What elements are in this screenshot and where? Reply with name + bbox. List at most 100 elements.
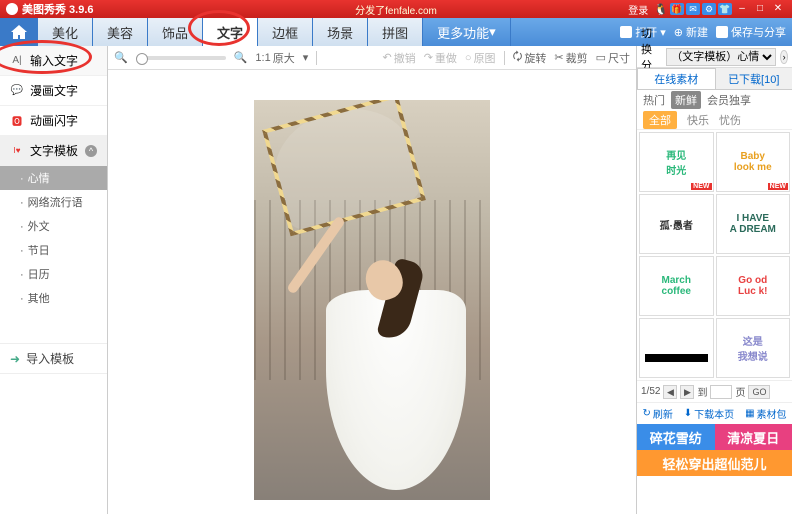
minimize-button[interactable]: – <box>734 3 750 15</box>
crop-button[interactable]: ✂裁剪 <box>554 50 587 66</box>
qq-icon[interactable]: 🐧 <box>654 3 668 16</box>
new-badge: NEW <box>691 183 711 190</box>
tab-scene[interactable]: 场景 <box>313 18 368 46</box>
category-foreign[interactable]: 外文 <box>0 214 107 238</box>
page-go-button[interactable]: GO <box>748 385 770 399</box>
plus-icon: ⊕ <box>674 26 683 39</box>
source-tab-downloaded[interactable]: 已下载[10] <box>716 68 792 89</box>
category-calendar[interactable]: 日历 <box>0 262 107 286</box>
import-icon: ➜ <box>10 352 20 366</box>
sidebar-item-input-text[interactable]: A| 输入文字 <box>0 46 107 76</box>
category-select[interactable]: （文字模板）心情 <box>666 48 776 66</box>
tab-border[interactable]: 边框 <box>258 18 313 46</box>
restore-button[interactable]: ○原图 <box>465 50 496 66</box>
right-panel: 切换分类 （文字模板）心情 › 在线素材 已下载[10] 热门 新鲜 会员独享 … <box>636 46 792 514</box>
collapse-icon[interactable]: ^ <box>85 145 97 157</box>
skin-icon[interactable]: 👕 <box>718 3 732 15</box>
filter2-all[interactable]: 全部 <box>643 111 677 129</box>
tab-face[interactable]: 美容 <box>93 18 148 46</box>
tab-beautify[interactable]: 美化 <box>38 18 93 46</box>
new-button[interactable]: ⊕新建 <box>674 24 708 40</box>
category-slang[interactable]: 网络流行语 <box>0 190 107 214</box>
zoom-in-icon[interactable]: 🔍 <box>234 51 248 64</box>
template-thumbnail[interactable]: March coffee <box>639 256 714 316</box>
speech-bubble-icon: 💬 <box>10 84 24 98</box>
filter-fresh[interactable]: 新鲜 <box>671 91 701 109</box>
template-thumbnail[interactable]: 孤·愚者 <box>639 194 714 254</box>
sparkle-icon: 🅾 <box>10 114 24 128</box>
app-title: 美图秀秀 3.9.6 <box>22 1 94 17</box>
go-category-button[interactable]: › <box>780 50 788 64</box>
sidebar-item-label: 输入文字 <box>30 52 78 69</box>
undo-button[interactable]: ↶撤销 <box>382 50 415 66</box>
title-bar: 美图秀秀 3.9.6 分发了fenfale.com 登录 🐧 🎁 ✉ ⚙ 👕 –… <box>0 0 792 18</box>
settings-icon[interactable]: ⚙ <box>702 3 716 15</box>
template-thumbnail[interactable]: Baby look meNEW <box>716 132 791 192</box>
ad-section: 碎花雪纺 清凉夏日 轻松穿出超仙范儿 <box>637 424 792 476</box>
sidebar-item-label: 漫画文字 <box>30 82 78 99</box>
tab-decoration[interactable]: 饰品 <box>148 18 203 46</box>
category-festival[interactable]: 节日 <box>0 238 107 262</box>
main-menu-bar: 美化 美容 饰品 文字 边框 场景 拼图 更多功能 ▾ 打开 ▾ ⊕新建 保存与… <box>0 18 792 46</box>
rotate-button[interactable]: 🗘旋转 <box>513 48 547 67</box>
message-icon[interactable]: ✉ <box>686 3 700 15</box>
page-input[interactable] <box>710 385 732 399</box>
template-grid: 再见 时光NEWBaby look meNEW孤·愚者I HAVE A DREA… <box>637 130 792 380</box>
maximize-button[interactable]: □ <box>752 3 768 15</box>
filter-vip[interactable]: 会员独享 <box>707 92 751 108</box>
canvas-viewport[interactable] <box>108 70 636 514</box>
template-thumbnail[interactable] <box>639 318 714 378</box>
share-url: 分发了fenfale.com <box>355 2 437 17</box>
edited-image[interactable] <box>254 100 490 500</box>
filter2-happy[interactable]: 快乐 <box>687 112 709 128</box>
sidebar-item-text-templates[interactable]: I♥ 文字模板 ^ <box>0 136 107 166</box>
login-link[interactable]: 登录 <box>628 2 648 17</box>
category-other[interactable]: 其他 <box>0 286 107 310</box>
gift-icon[interactable]: 🎁 <box>670 3 684 15</box>
close-button[interactable]: ✕ <box>770 3 786 15</box>
chevron-down-icon[interactable]: ▾ <box>303 51 309 64</box>
app-logo-icon <box>6 3 18 15</box>
template-thumbnail[interactable]: I HAVE A DREAM <box>716 194 791 254</box>
zoom-fit-button[interactable]: 1:1 原大 <box>255 50 294 66</box>
save-icon <box>716 26 728 38</box>
page-next-button[interactable]: ▶ <box>680 385 694 399</box>
redo-button[interactable]: ↷重做 <box>424 50 457 66</box>
category-mood[interactable]: 心情 <box>0 166 107 190</box>
save-button[interactable]: 保存与分享 <box>716 24 786 40</box>
ad-banner[interactable]: 轻松穿出超仙范儿 <box>637 450 792 476</box>
sidebar-item-comic-text[interactable]: 💬 漫画文字 <box>0 76 107 106</box>
new-badge: NEW <box>768 183 788 190</box>
heart-icon: I♥ <box>10 144 24 158</box>
tab-more[interactable]: 更多功能 ▾ <box>423 18 511 46</box>
filter2-sad[interactable]: 忧伤 <box>719 112 741 128</box>
zoom-out-icon[interactable]: 🔍 <box>114 51 128 64</box>
folder-icon <box>620 26 632 38</box>
source-tab-online[interactable]: 在线素材 <box>637 68 716 89</box>
template-thumbnail[interactable]: 再见 时光NEW <box>639 132 714 192</box>
ad-banner[interactable]: 碎花雪纺 <box>637 424 715 450</box>
text-cursor-icon: A| <box>10 54 24 68</box>
filter-hot[interactable]: 热门 <box>643 92 665 108</box>
download-page-button[interactable]: ⬇下载本页 <box>684 406 734 421</box>
template-thumbnail[interactable]: Go od Luc k! <box>716 256 791 316</box>
category-list: 心情 网络流行语 外文 节日 日历 其他 <box>0 166 107 310</box>
canvas-area: 🔍 🔍 1:1 原大 ▾ ↶撤销 ↷重做 ○原图 🗘旋转 ✂裁剪 ▭尺寸 <box>108 46 636 514</box>
ad-banner[interactable]: 清凉夏日 <box>715 424 792 450</box>
zoom-slider[interactable] <box>136 56 226 60</box>
page-indicator: 1/52 <box>641 386 660 397</box>
material-pack-button[interactable]: ▦素材包 <box>745 406 786 421</box>
import-template-button[interactable]: ➜ 导入模板 <box>0 343 107 374</box>
tab-text[interactable]: 文字 <box>203 18 258 46</box>
refresh-button[interactable]: ↻刷新 <box>642 406 672 421</box>
home-tab[interactable] <box>0 18 38 46</box>
sidebar-item-label: 动画闪字 <box>30 112 78 129</box>
size-button[interactable]: ▭尺寸 <box>596 50 630 66</box>
page-prev-button[interactable]: ◀ <box>663 385 677 399</box>
canvas-toolbar: 🔍 🔍 1:1 原大 ▾ ↶撤销 ↷重做 ○原图 🗘旋转 ✂裁剪 ▭尺寸 <box>108 46 636 70</box>
tab-collage[interactable]: 拼图 <box>368 18 423 46</box>
sidebar-item-flash-text[interactable]: 🅾 动画闪字 <box>0 106 107 136</box>
home-icon <box>10 24 28 40</box>
sidebar-item-label: 文字模板 <box>30 142 78 159</box>
template-thumbnail[interactable]: 这是 我想说 <box>716 318 791 378</box>
